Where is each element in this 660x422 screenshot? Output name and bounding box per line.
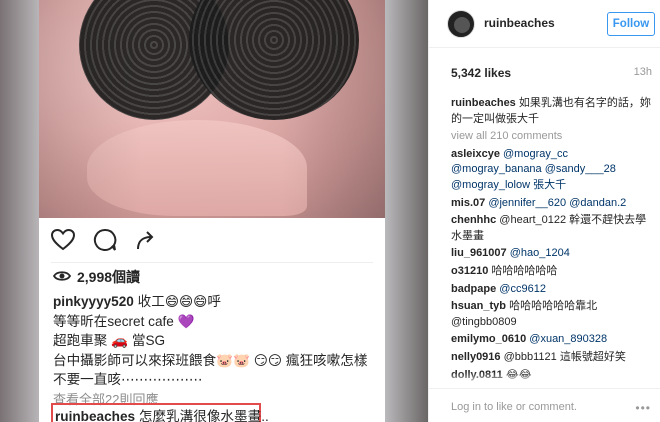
comment-username[interactable]: ruinbeaches: [55, 409, 135, 422]
comment-text: @bbb1121 這帳號超好笑: [503, 350, 626, 363]
comment-icon[interactable]: [91, 226, 119, 254]
view-count: 2,998個讀: [52, 267, 141, 287]
header-username[interactable]: ruinbeaches: [484, 16, 555, 30]
comment-username[interactable]: asleixcye: [451, 148, 500, 160]
comment-username[interactable]: ruinbeaches: [451, 97, 516, 109]
comment-text: @hao_1204: [509, 247, 570, 260]
login-prompt[interactable]: Log in to like or comment.: [451, 401, 577, 413]
comment-text: 哈哈哈哈哈哈: [491, 264, 558, 277]
share-icon[interactable]: [133, 226, 161, 254]
comment-username[interactable]: nelly0916: [451, 351, 501, 363]
panel-header: ruinbeaches Follow: [429, 0, 660, 48]
comments-fade: [429, 372, 660, 386]
comment-text: 不要一直咳⋯⋯⋯⋯⋯⋯: [53, 372, 203, 387]
comment-username[interactable]: emilymo_0610: [451, 333, 526, 345]
comment-username[interactable]: badpape: [451, 283, 496, 295]
comment-text: 超跑車聚 🚗 當SG: [53, 333, 166, 348]
comment-text: 台中攝影師可以來探班餵食🐷🐷 😏😏 瘋狂咳嗽怎樣: [53, 352, 368, 368]
post-screenshot-area: 2,998個讀 pinkyyyy520 收工😄😄😄呼 等等昕在secret ca…: [0, 0, 428, 422]
post-timestamp[interactable]: 13h: [634, 66, 652, 78]
avatar[interactable]: [447, 10, 475, 38]
photo-vignette: [39, 0, 385, 218]
divider: [51, 262, 373, 263]
comment-text: @jennifer__620 @dandan.2: [488, 196, 627, 209]
inner-post-card: 2,998個讀 pinkyyyy520 收工😄😄😄呼 等等昕在secret ca…: [39, 0, 385, 422]
comment-text: 怎麼乳溝很像水墨畫..: [138, 409, 269, 422]
follow-button[interactable]: Follow: [607, 12, 655, 36]
post-photo: [39, 0, 385, 218]
comment-text: @cc9612: [499, 282, 546, 295]
heart-icon[interactable]: [49, 226, 77, 254]
post-comments: pinkyyyy520 收工😄😄😄呼 等等昕在secret cafe 💜 超跑車…: [53, 292, 375, 409]
view-all-comments-link[interactable]: view all 210 comments: [451, 129, 657, 145]
likes-count[interactable]: 5,342 likes: [451, 66, 511, 80]
comment-username[interactable]: mis.07: [451, 197, 485, 209]
post-action-bar: [49, 226, 161, 254]
comment-username[interactable]: pinkyyyy520: [53, 294, 134, 309]
comment-username[interactable]: hsuan_tyb: [451, 300, 506, 312]
comment-username[interactable]: chenhhc: [451, 214, 496, 226]
comment-text: 收工😄😄😄呼: [137, 294, 221, 309]
comment-username[interactable]: o31210: [451, 265, 488, 277]
highlighted-comment: ruinbeaches 怎麼乳溝很像水墨畫..: [55, 405, 269, 422]
more-options-icon[interactable]: •••: [635, 401, 651, 415]
eye-icon: [52, 269, 72, 285]
comment-text: @xuan_890328: [529, 333, 608, 346]
post-side-panel: ruinbeaches Follow 5,342 likes 13h ruinb…: [428, 0, 660, 422]
panel-footer: Log in to like or comment. •••: [429, 388, 660, 422]
comment-username[interactable]: liu_961007: [451, 247, 507, 259]
panel-comments: ruinbeaches 如果乳溝也有名字的話，妳的一定叫做張大千 view al…: [451, 96, 657, 385]
view-count-text: 2,998個讀: [77, 269, 141, 285]
comment-text: 等等昕在secret cafe 💜: [53, 313, 195, 329]
